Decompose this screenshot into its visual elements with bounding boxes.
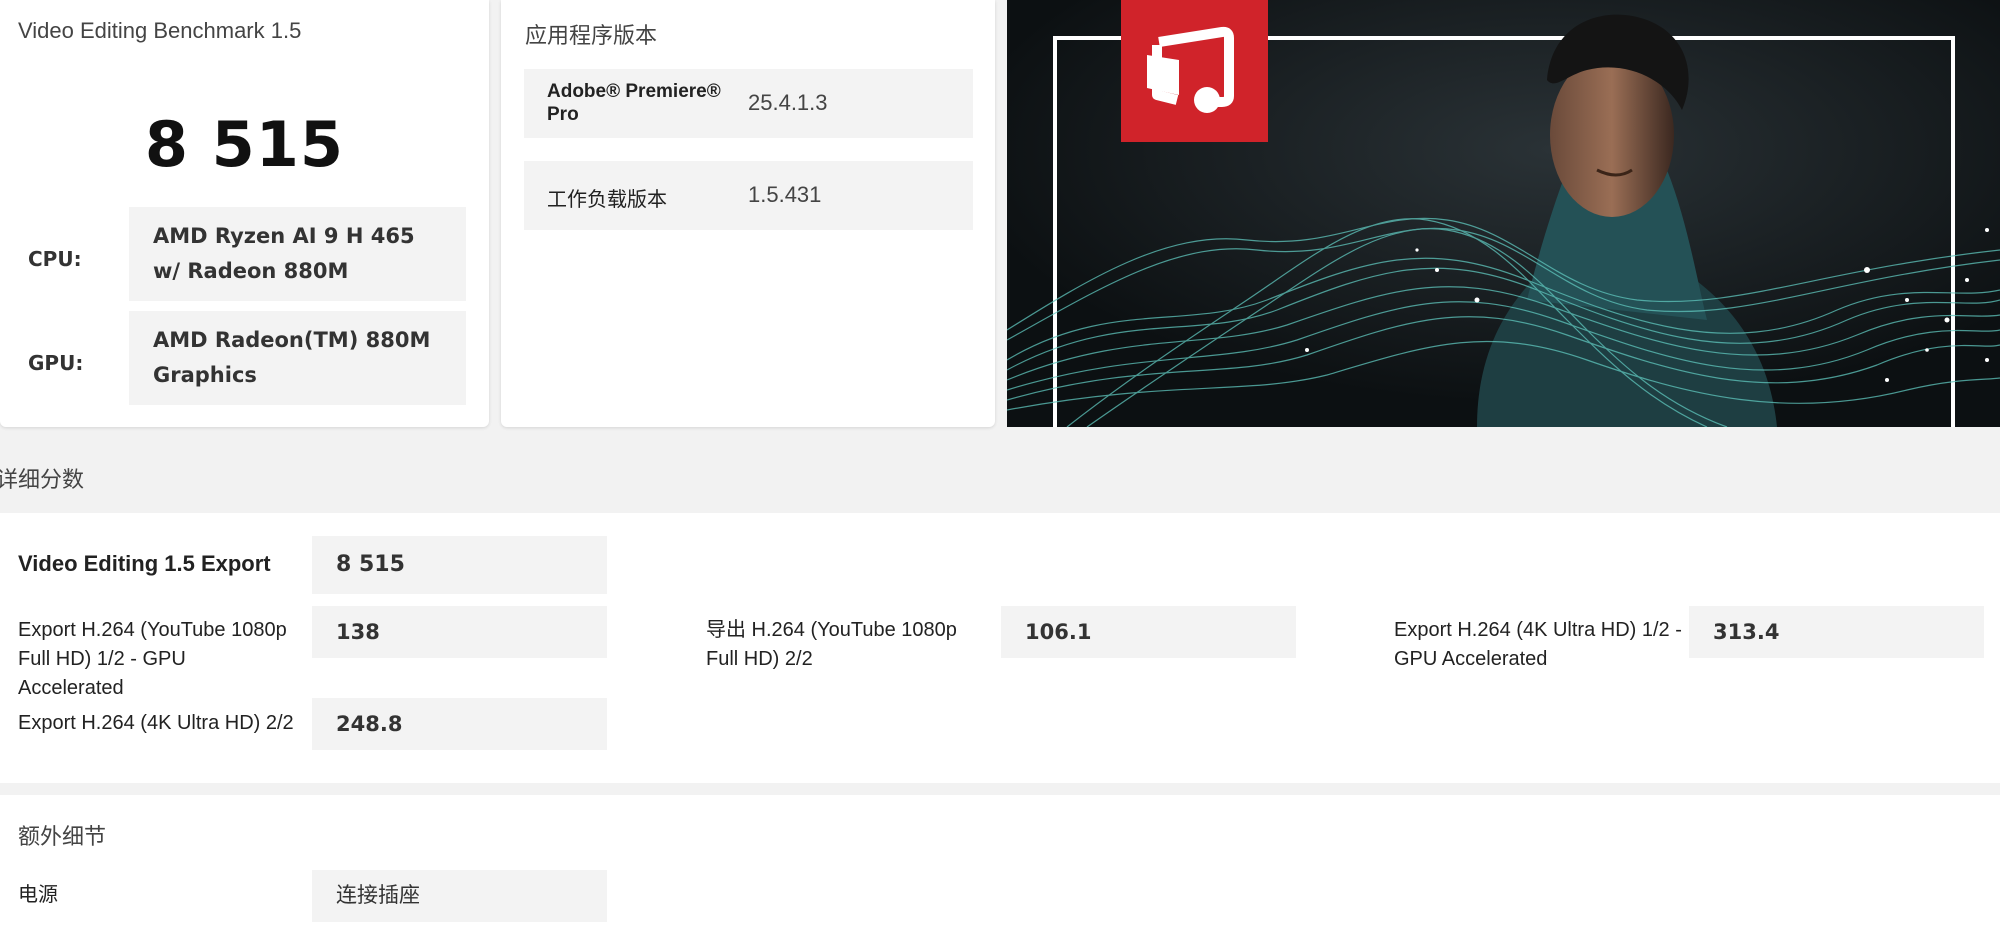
metric-value: 106.1 (1001, 606, 1296, 658)
version-value: 25.4.1.3 (748, 90, 828, 115)
power-label: 电源 (18, 884, 58, 906)
overall-metric-value: 8 515 (312, 536, 607, 594)
hero-illustration (1007, 0, 2000, 427)
power-value: 连接插座 (312, 870, 607, 922)
details-panel: Video Editing 1.5 Export 8 515 Export H.… (0, 513, 2000, 783)
version-value: 1.5.431 (748, 182, 822, 207)
version-row: 工作负载版本 1.5.431 (524, 161, 973, 230)
metric-label: 导出 H.264 (YouTube 1080p Full HD) 2/2 (706, 619, 957, 670)
metric-label: Export H.264 (4K Ultra HD) 2/2 (18, 712, 294, 734)
extra-section-title: 额外细节 (18, 824, 107, 849)
version-key: Adobe® Premiere® Pro (547, 81, 721, 125)
metric-value: 248.8 (312, 698, 607, 750)
version-key: 工作负载版本 (547, 189, 667, 211)
metric-label: Export H.264 (4K Ultra HD) 1/2 - GPU Acc… (1394, 619, 1682, 670)
score-card: Video Editing Benchmark 1.5 8 515 CPU: A… (0, 0, 489, 427)
metric-value: 313.4 (1689, 606, 1984, 658)
app-logo-tile (1121, 0, 1268, 142)
app-version-title: 应用程序版本 (525, 23, 658, 48)
metric-label: Export H.264 (YouTube 1080p Full HD) 1/2… (18, 619, 287, 699)
cpu-value: AMD Ryzen AI 9 H 465 w/ Radeon 880M (129, 207, 466, 301)
overall-score: 8 515 (144, 108, 345, 181)
benchmark-title: Video Editing Benchmark 1.5 (18, 18, 302, 43)
gpu-label: GPU: (28, 351, 84, 375)
version-row: Adobe® Premiere® Pro 25.4.1.3 (524, 69, 973, 138)
cpu-label: CPU: (28, 247, 82, 271)
hero-image (1007, 0, 2000, 427)
overall-metric-label: Video Editing 1.5 Export (18, 551, 271, 576)
gpu-value: AMD Radeon(TM) 880M Graphics (129, 311, 466, 405)
extra-details-panel: 额外细节 电源 连接插座 (0, 795, 2000, 929)
details-section-title: 详细分数 (0, 467, 85, 492)
app-version-card: 应用程序版本 Adobe® Premiere® Pro 25.4.1.3 工作负… (501, 0, 995, 427)
metric-value: 138 (312, 606, 607, 658)
